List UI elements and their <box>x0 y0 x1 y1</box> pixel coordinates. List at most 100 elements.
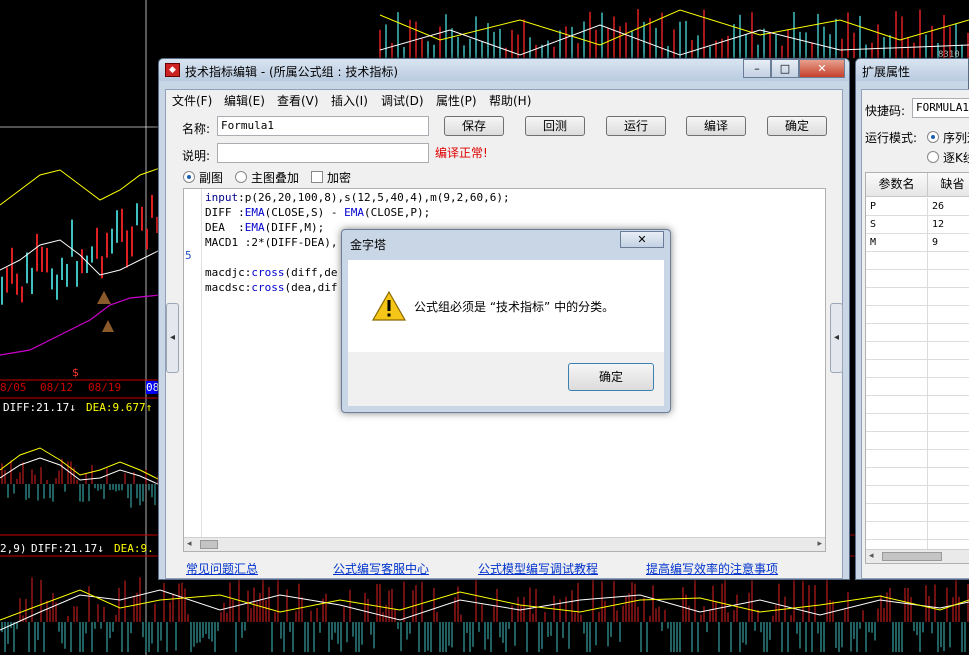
scroll-left-arrow[interactable]: ◂ <box>187 539 192 549</box>
param-name-cell[interactable] <box>866 486 928 504</box>
menu-properties[interactable]: 属性(P) <box>436 92 477 109</box>
scroll-left-arrow[interactable]: ◂ <box>869 551 874 561</box>
table-row[interactable] <box>866 252 969 270</box>
table-row[interactable]: S 12 <box>866 216 969 234</box>
link-efficiency-tips[interactable]: 提高编写效率的注意事项 <box>646 560 778 577</box>
collapse-right-tab[interactable]: ◂ <box>830 303 843 373</box>
param-name-cell[interactable] <box>866 324 928 342</box>
param-name-cell[interactable]: P <box>866 198 928 216</box>
menu-file[interactable]: 文件(F) <box>172 92 212 109</box>
save-button[interactable]: 保存 <box>444 116 504 136</box>
maximize-button[interactable]: □ <box>771 59 799 78</box>
backtest-button[interactable]: 回测 <box>525 116 585 136</box>
param-name-cell[interactable] <box>866 396 928 414</box>
param-name-header[interactable]: 参数名 <box>866 173 928 197</box>
param-name-cell[interactable] <box>866 504 928 522</box>
mode-series-label[interactable]: 序列运 <box>943 129 969 146</box>
horizontal-scrollbar[interactable]: ◂ ▸ <box>184 537 825 551</box>
param-default-cell[interactable] <box>928 306 969 324</box>
param-default-header[interactable]: 缺省 <box>928 173 969 197</box>
param-default-cell[interactable] <box>928 342 969 360</box>
param-name-cell[interactable] <box>866 432 928 450</box>
param-default-cell[interactable] <box>928 468 969 486</box>
menu-debug[interactable]: 调试(D) <box>381 92 424 109</box>
close-button[interactable]: ✕ <box>799 59 845 78</box>
table-row[interactable] <box>866 432 969 450</box>
param-name-cell[interactable] <box>866 522 928 540</box>
param-default-cell[interactable] <box>928 522 969 540</box>
param-name-cell[interactable] <box>866 450 928 468</box>
table-row[interactable] <box>866 342 969 360</box>
param-default-cell[interactable] <box>928 414 969 432</box>
param-default-cell[interactable] <box>928 504 969 522</box>
param-default-cell[interactable] <box>928 324 969 342</box>
param-name-cell[interactable] <box>866 270 928 288</box>
param-name-cell[interactable] <box>866 378 928 396</box>
param-default-cell[interactable] <box>928 450 969 468</box>
table-row[interactable] <box>866 324 969 342</box>
param-default-cell[interactable] <box>928 378 969 396</box>
menu-view[interactable]: 查看(V) <box>277 92 319 109</box>
link-support-center[interactable]: 公式编写客服中心 <box>333 560 429 577</box>
main-overlay-label[interactable]: 主图叠加 <box>251 169 299 186</box>
param-name-cell[interactable] <box>866 414 928 432</box>
link-faq[interactable]: 常见问题汇总 <box>186 560 258 577</box>
name-field[interactable]: Formula1 <box>217 116 429 136</box>
compile-button[interactable]: 编译 <box>686 116 746 136</box>
table-row[interactable] <box>866 288 969 306</box>
menu-edit[interactable]: 编辑(E) <box>224 92 265 109</box>
menu-help[interactable]: 帮助(H) <box>489 92 531 109</box>
table-row[interactable] <box>866 486 969 504</box>
table-row[interactable] <box>866 450 969 468</box>
param-name-cell[interactable]: S <box>866 216 928 234</box>
sub-chart-radio[interactable] <box>183 171 195 183</box>
scroll-thumb[interactable] <box>200 540 218 549</box>
table-row[interactable] <box>866 414 969 432</box>
mode-bar-radio[interactable] <box>927 151 939 163</box>
param-default-cell[interactable]: 26 <box>928 198 969 216</box>
param-name-cell[interactable] <box>866 342 928 360</box>
param-default-cell[interactable] <box>928 360 969 378</box>
link-debug-tutorial[interactable]: 公式模型编写调试教程 <box>478 560 598 577</box>
table-row[interactable] <box>866 522 969 540</box>
param-default-cell[interactable] <box>928 270 969 288</box>
sub-chart-label[interactable]: 副图 <box>199 169 223 186</box>
param-name-cell[interactable] <box>866 468 928 486</box>
table-row[interactable] <box>866 378 969 396</box>
scroll-thumb[interactable] <box>882 552 942 561</box>
param-table-scrollbar[interactable]: ◂ <box>866 549 969 563</box>
param-name-cell[interactable] <box>866 360 928 378</box>
param-name-cell[interactable] <box>866 252 928 270</box>
run-button[interactable]: 运行 <box>606 116 666 136</box>
param-default-cell[interactable]: 12 <box>928 216 969 234</box>
table-row[interactable] <box>866 468 969 486</box>
collapse-left-tab[interactable]: ◂ <box>166 303 179 373</box>
scroll-right-arrow[interactable]: ▸ <box>817 539 822 549</box>
param-default-cell[interactable] <box>928 252 969 270</box>
encrypt-checkbox[interactable] <box>311 171 323 183</box>
mode-bar-label[interactable]: 逐K线 <box>943 149 969 166</box>
table-row[interactable] <box>866 306 969 324</box>
dialog-close-button[interactable]: ✕ <box>620 231 664 248</box>
encrypt-label[interactable]: 加密 <box>327 169 351 186</box>
table-row[interactable] <box>866 396 969 414</box>
param-name-cell[interactable] <box>866 288 928 306</box>
ok-button[interactable]: 确定 <box>767 116 827 136</box>
dialog-ok-button[interactable]: 确定 <box>568 363 654 391</box>
param-default-cell[interactable]: 9 <box>928 234 969 252</box>
parameter-table[interactable]: 参数名 缺省 P 26 S 12 M 9 ◂ <box>865 172 969 564</box>
minimize-button[interactable]: – <box>743 59 771 78</box>
table-row[interactable]: M9 <box>866 234 969 252</box>
param-default-cell[interactable] <box>928 432 969 450</box>
description-field[interactable] <box>217 143 429 163</box>
main-overlay-radio[interactable] <box>235 171 247 183</box>
table-row[interactable] <box>866 270 969 288</box>
table-row[interactable] <box>866 504 969 522</box>
param-default-cell[interactable] <box>928 288 969 306</box>
param-name-cell[interactable]: M <box>866 234 928 252</box>
param-default-cell[interactable] <box>928 486 969 504</box>
table-row[interactable]: P 26 <box>866 198 969 216</box>
shortcut-field[interactable]: FORMULA1 <box>912 98 969 118</box>
param-name-cell[interactable] <box>866 306 928 324</box>
table-row[interactable] <box>866 360 969 378</box>
